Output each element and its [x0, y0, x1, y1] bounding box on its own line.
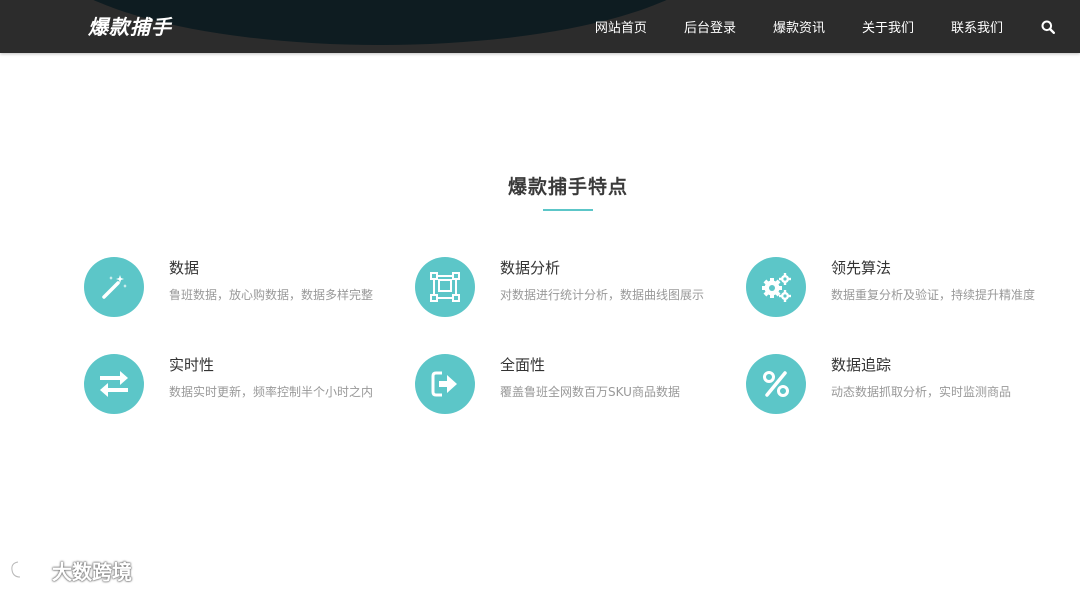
feature-desc: 数据实时更新，频率控制半个小时之内 [169, 385, 374, 399]
magic-wand-icon [84, 257, 144, 317]
section-title: 爆款捕手特点 [507, 176, 628, 198]
exchange-icon [84, 354, 144, 414]
site-logo[interactable]: 爆款捕手 [88, 12, 172, 42]
feature-title: 数据 [169, 259, 200, 277]
feature-data: 数据 鲁班数据，放心购数据，数据多样完整 [84, 257, 404, 319]
main-nav: 网站首页 后台登录 爆款资讯 关于我们 联系我们 [595, 0, 1080, 53]
top-navbar: 爆款捕手 网站首页 后台登录 爆款资讯 关于我们 联系我们 [0, 0, 1080, 53]
search-icon[interactable] [1040, 19, 1056, 35]
feature-title: 数据分析 [500, 259, 561, 277]
sign-in-icon [415, 354, 475, 414]
feature-data-analysis: 数据分析 对数据进行统计分析，数据曲线图展示 [415, 257, 735, 319]
feature-desc: 对数据进行统计分析，数据曲线图展示 [500, 288, 705, 302]
feature-leading-algorithm: 领先算法 数据重复分析及验证，持续提升精准度 [746, 257, 1066, 319]
feature-desc: 动态数据抓取分析，实时监测商品 [831, 385, 1012, 399]
feature-tracking: 数据追踪 动态数据抓取分析，实时监测商品 [746, 354, 1066, 416]
feature-title: 实时性 [169, 356, 215, 374]
feature-desc: 数据重复分析及验证，持续提升精准度 [831, 288, 1036, 302]
watermark-text: 大数跨境 [52, 559, 132, 584]
watermark-logo-icon [10, 560, 47, 579]
feature-title: 领先算法 [831, 259, 892, 277]
nav-item-contact[interactable]: 联系我们 [951, 17, 1003, 36]
feature-comprehensive: 全面性 覆盖鲁班全网数百万SKU商品数据 [415, 354, 735, 416]
frame-icon [415, 257, 475, 317]
nav-item-home[interactable]: 网站首页 [595, 17, 647, 36]
nav-item-admin-login[interactable]: 后台登录 [684, 17, 736, 36]
feature-title: 数据追踪 [831, 356, 892, 374]
gears-icon [746, 257, 806, 317]
nav-item-about[interactable]: 关于我们 [862, 17, 914, 36]
nav-item-news[interactable]: 爆款资讯 [773, 17, 825, 36]
feature-desc: 覆盖鲁班全网数百万SKU商品数据 [500, 385, 680, 399]
percent-icon [746, 354, 806, 414]
feature-title: 全面性 [500, 356, 546, 374]
watermark: 大数跨境 [8, 556, 132, 584]
feature-realtime: 实时性 数据实时更新，频率控制半个小时之内 [84, 354, 404, 416]
title-underline [543, 209, 593, 211]
feature-desc: 鲁班数据，放心购数据，数据多样完整 [169, 288, 374, 302]
